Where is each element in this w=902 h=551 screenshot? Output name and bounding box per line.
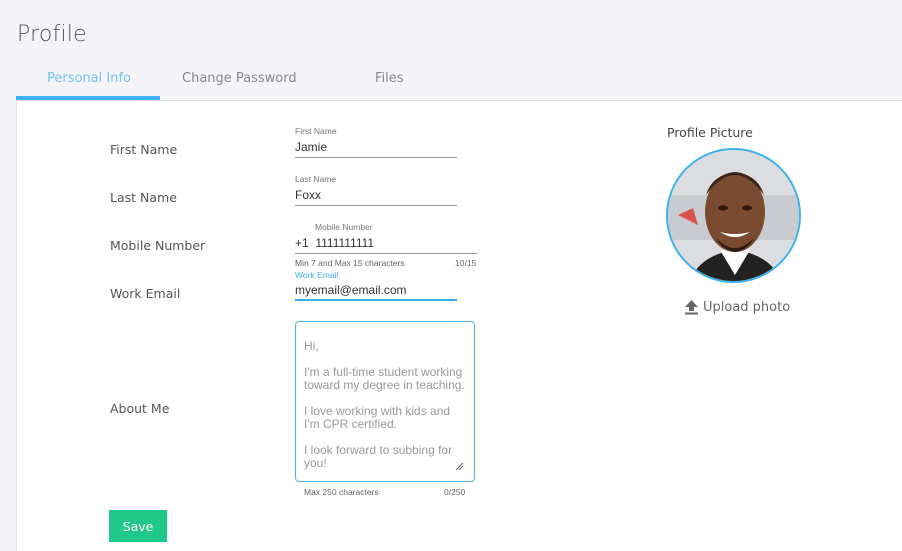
avatar-portrait-icon — [668, 150, 799, 281]
mobile-counter: 10/15 — [455, 258, 477, 268]
tab-files[interactable]: Files — [375, 71, 404, 86]
last-name-label: Last Name — [110, 190, 177, 205]
last-name-field[interactable]: Last Name Foxx — [295, 174, 457, 206]
upload-photo-label: Upload photo — [703, 299, 791, 315]
about-me-counter: 0/250 — [444, 487, 466, 497]
work-email-field[interactable]: Work Email myemail@email.com — [295, 270, 457, 301]
about-me-hint: Max 250 characters — [304, 487, 379, 497]
first-name-label: First Name — [110, 142, 178, 157]
first-name-input[interactable]: Jamie — [295, 140, 457, 158]
page-title: Profile — [17, 22, 87, 47]
tab-personal-info[interactable]: Personal Info — [47, 71, 131, 86]
save-button[interactable]: Save — [109, 510, 167, 542]
work-email-float-label: Work Email — [295, 270, 339, 280]
upload-photo-button[interactable]: Upload photo — [684, 299, 790, 315]
first-name-field[interactable]: First Name Jamie — [295, 126, 457, 158]
profile-picture-label: Profile Picture — [667, 125, 753, 140]
mobile-hint: Min 7 and Max 15 characters — [295, 258, 405, 268]
last-name-input[interactable]: Foxx — [295, 188, 457, 206]
about-me-textarea[interactable]: Hi, I'm a full-time student working towa… — [295, 321, 475, 482]
country-code: +1 — [295, 236, 309, 250]
active-tab-indicator — [16, 96, 160, 100]
upload-icon — [685, 300, 698, 315]
about-me-label: About Me — [110, 401, 170, 416]
mobile-number-field[interactable]: Mobile Number +1 1111111111 — [295, 222, 477, 254]
first-name-float-label: First Name — [295, 126, 337, 136]
tab-change-password[interactable]: Change Password — [182, 71, 297, 86]
profile-avatar — [666, 148, 801, 283]
mobile-number-label: Mobile Number — [110, 238, 206, 253]
resize-handle-icon[interactable] — [455, 462, 464, 471]
mobile-number-input[interactable]: +1 1111111111 — [295, 236, 477, 254]
work-email-input[interactable]: myemail@email.com — [295, 283, 457, 301]
work-email-label: Work Email — [110, 286, 181, 301]
tab-bar: Personal Info Change Password Files — [16, 64, 902, 101]
mobile-number-value: 1111111111 — [315, 236, 375, 250]
last-name-float-label: Last Name — [295, 174, 337, 184]
mobile-number-float-label: Mobile Number — [315, 222, 373, 232]
